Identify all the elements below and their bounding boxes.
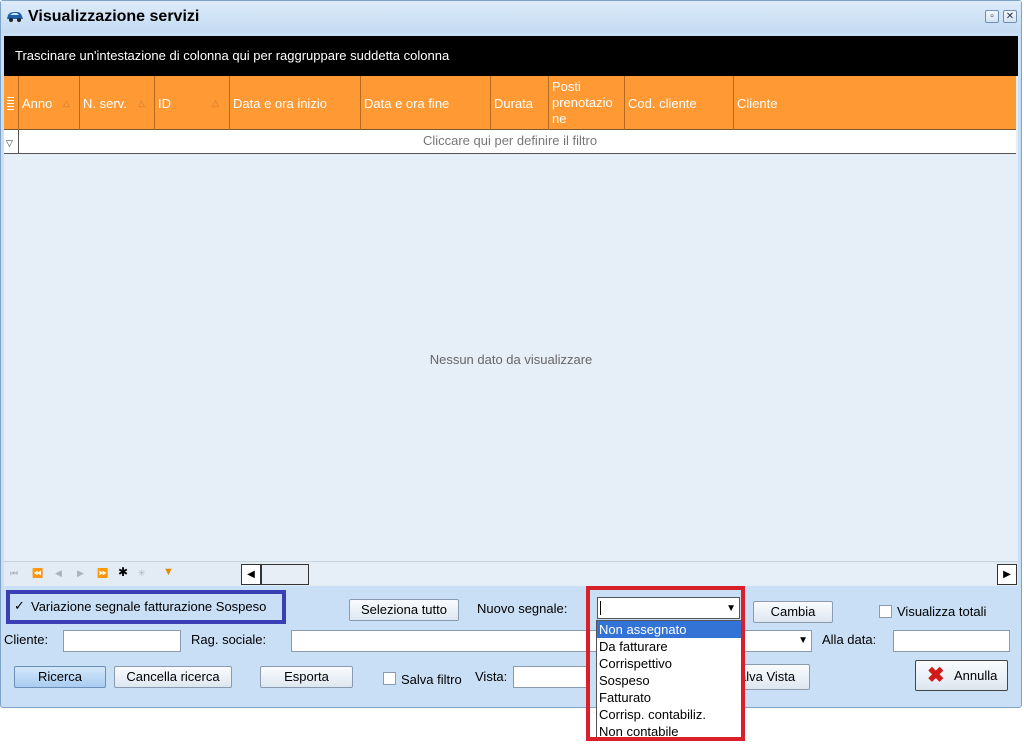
empty-message: Nessun dato da visualizzare: [429, 352, 593, 367]
prev-page-icon[interactable]: ⏪: [32, 568, 43, 579]
ricerca-button[interactable]: Ricerca: [14, 666, 106, 688]
salva-filtro-label: Salva filtro: [401, 672, 462, 687]
column-chooser-icon: [7, 97, 14, 110]
title-bar: Visualizzazione servizi ▫ ✕: [1, 1, 1021, 33]
highlight-box-blue: [6, 590, 286, 624]
first-record-icon[interactable]: ⏮: [10, 568, 18, 579]
car-icon: [7, 12, 23, 22]
column-header-id[interactable]: ID △: [155, 76, 230, 130]
salva-vista-button[interactable]: alva Vista: [736, 664, 810, 690]
cambia-button[interactable]: Cambia: [753, 601, 833, 623]
column-header-cliente[interactable]: Cliente: [734, 76, 1016, 130]
esporta-button[interactable]: Esporta: [260, 666, 353, 688]
grid-data-area: Nessun dato da visualizzare: [4, 154, 1018, 561]
insert-record-icon[interactable]: ✱: [118, 565, 128, 579]
scroll-right-arrow[interactable]: ▶: [997, 564, 1017, 585]
column-label: ID: [158, 96, 171, 111]
close-button[interactable]: ✕: [1003, 10, 1017, 23]
chevron-down-icon[interactable]: ▼: [798, 635, 808, 646]
filter-hint: Cliccare qui per definire il filtro: [422, 133, 598, 148]
sort-up-icon: △: [212, 98, 219, 108]
cancella-ricerca-button[interactable]: Cancella ricerca: [114, 666, 232, 688]
filter-icon[interactable]: ▼: [163, 566, 174, 578]
next-record-icon[interactable]: ▶: [77, 568, 84, 579]
column-header-data-inizio[interactable]: Data e ora inizio: [230, 76, 361, 130]
vista-label: Vista:: [475, 669, 508, 684]
visualizza-totali-checkbox[interactable]: [879, 605, 892, 618]
restore-button[interactable]: ▫: [985, 10, 999, 23]
close-x-icon: ✖: [927, 664, 945, 687]
highlight-box-red: [586, 586, 745, 741]
scroll-thumb[interactable]: [261, 564, 309, 585]
column-label: Posti prenotazio ne: [552, 79, 613, 126]
column-header-cod-cliente[interactable]: Cod. cliente: [625, 76, 734, 130]
column-label: N. serv.: [83, 96, 127, 111]
alla-data-picker[interactable]: [893, 630, 1010, 652]
next-page-icon[interactable]: ⏩: [97, 568, 108, 579]
annulla-button[interactable]: ✖ Annulla: [915, 660, 1008, 691]
column-label: Data e ora fine: [364, 96, 450, 111]
column-label: Cod. cliente: [628, 96, 697, 111]
column-label: Data e ora inizio: [233, 96, 327, 111]
services-grid: Trascinare un'intestazione di colonna qu…: [4, 36, 1018, 586]
nuovo-segnale-label: Nuovo segnale:: [477, 601, 568, 616]
annulla-label: Annulla: [954, 668, 998, 683]
window-title: Visualizzazione servizi: [28, 8, 200, 25]
scroll-left-arrow[interactable]: ◀: [241, 564, 261, 585]
grid-header: Anno △ N. serv. △ ID △ Data e ora inizio…: [4, 76, 1016, 130]
column-label: Anno: [22, 96, 53, 111]
alla-data-label: Alla data:: [822, 632, 877, 647]
column-header-n-serv[interactable]: N. serv. △: [80, 76, 155, 130]
column-header-data-fine[interactable]: Data e ora fine: [361, 76, 491, 130]
prev-record-icon[interactable]: ◀: [55, 568, 62, 579]
column-label: Durata: [494, 96, 534, 111]
row-selector-header[interactable]: [4, 76, 19, 130]
cliente-label: Cliente:: [4, 632, 49, 647]
visualizza-totali-label: Visualizza totali: [897, 604, 987, 619]
seleziona-tutto-button[interactable]: Seleziona tutto: [349, 599, 459, 621]
column-header-anno[interactable]: Anno △: [19, 76, 80, 130]
group-by-panel[interactable]: Trascinare un'intestazione di colonna qu…: [4, 36, 1018, 76]
column-header-posti[interactable]: Posti prenotazio ne: [549, 76, 625, 130]
cliente-input[interactable]: [63, 630, 181, 652]
append-record-icon[interactable]: ✳: [138, 568, 146, 579]
grid-navigator: ⏮ ⏪ ◀ ▶ ⏩ ✱ ✳ ▼ ◀ ▶: [4, 561, 1018, 586]
column-label: Cliente: [737, 96, 778, 111]
salva-filtro-checkbox[interactable]: [383, 672, 396, 685]
vista-input[interactable]: [513, 666, 589, 688]
rag-sociale-label: Rag. sociale:: [191, 632, 267, 647]
sort-up-icon: △: [63, 98, 70, 108]
scroll-track[interactable]: [309, 564, 997, 585]
column-header-durata[interactable]: Durata: [491, 76, 549, 130]
filter-row[interactable]: ▽ Cliccare qui per definire il filtro: [4, 130, 1016, 154]
sort-up-icon: △: [138, 98, 145, 108]
